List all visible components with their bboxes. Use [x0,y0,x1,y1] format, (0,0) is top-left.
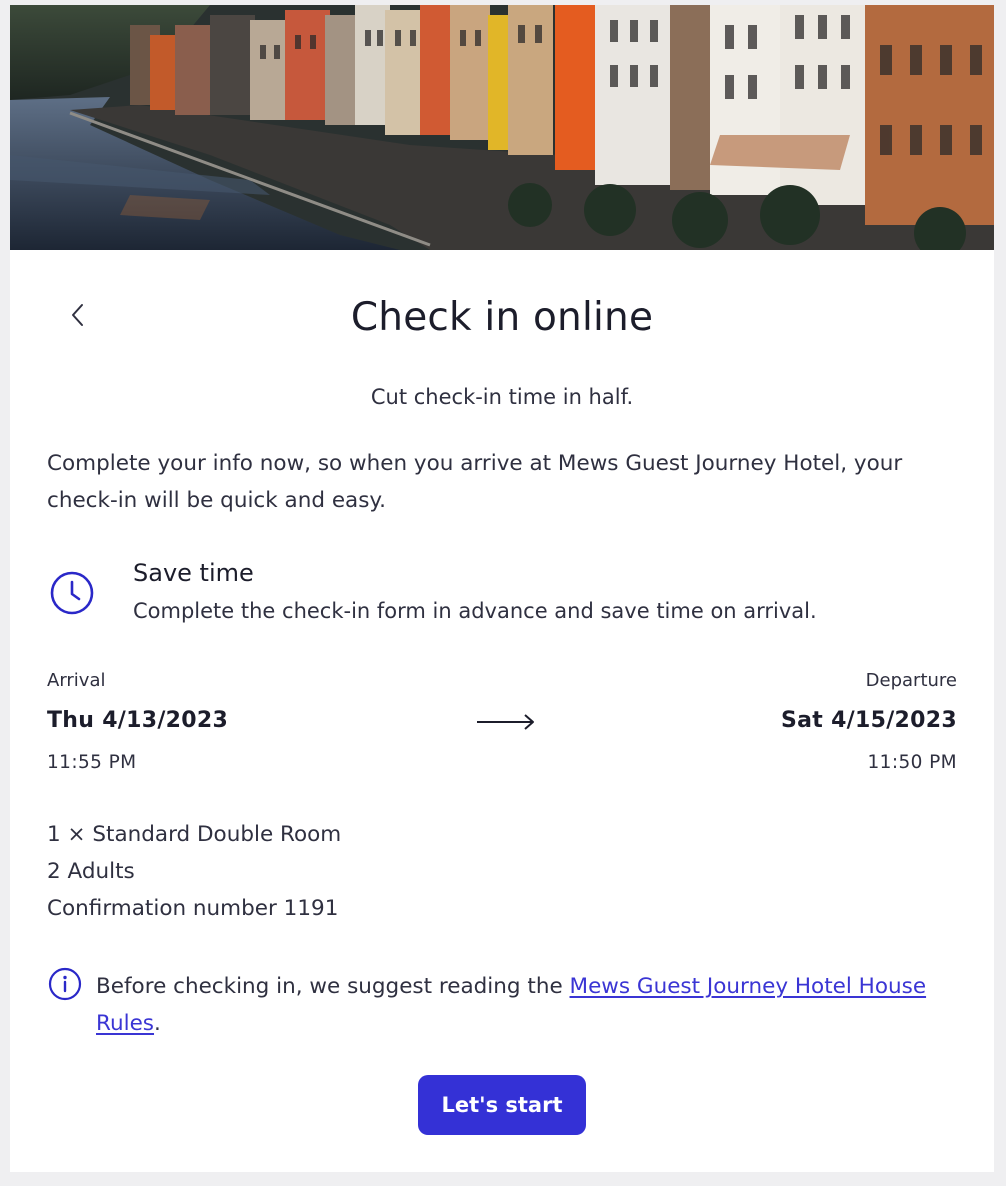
departure-time: 11:50 PM [867,752,957,773]
confirmation-number: Confirmation number 1191 [47,896,339,921]
hero-image [10,5,994,250]
departure-label: Departure [865,670,957,691]
arrival-date: Thu 4/13/2023 [47,708,229,733]
feature-description: Complete the check-in form in advance an… [133,599,817,623]
page-subtitle: Cut check-in time in half. [370,385,634,409]
intro-text: Complete your info now, so when you arri… [47,451,903,513]
arrival-label: Arrival [47,670,106,691]
page-title: Check in online [350,295,654,340]
guests-detail: 2 Adults [47,859,135,884]
check-in-card: Check in online Cut check-in time in hal… [10,5,994,1172]
lets-start-button[interactable]: Let's start [418,1075,586,1135]
room-detail: 1 × Standard Double Room [47,822,342,847]
info-icon [48,967,82,1001]
notice-period: . [154,1011,161,1036]
arrow-right-icon [477,714,534,730]
clock-icon [50,571,94,615]
feature-title: Save time [133,559,254,587]
departure-date: Sat 4/15/2023 [781,708,957,733]
house-rules-notice: Before checking in, we suggest reading t… [96,968,956,1042]
arrival-time: 11:55 PM [47,752,137,773]
notice-text: Before checking in, we suggest reading t… [96,974,570,999]
